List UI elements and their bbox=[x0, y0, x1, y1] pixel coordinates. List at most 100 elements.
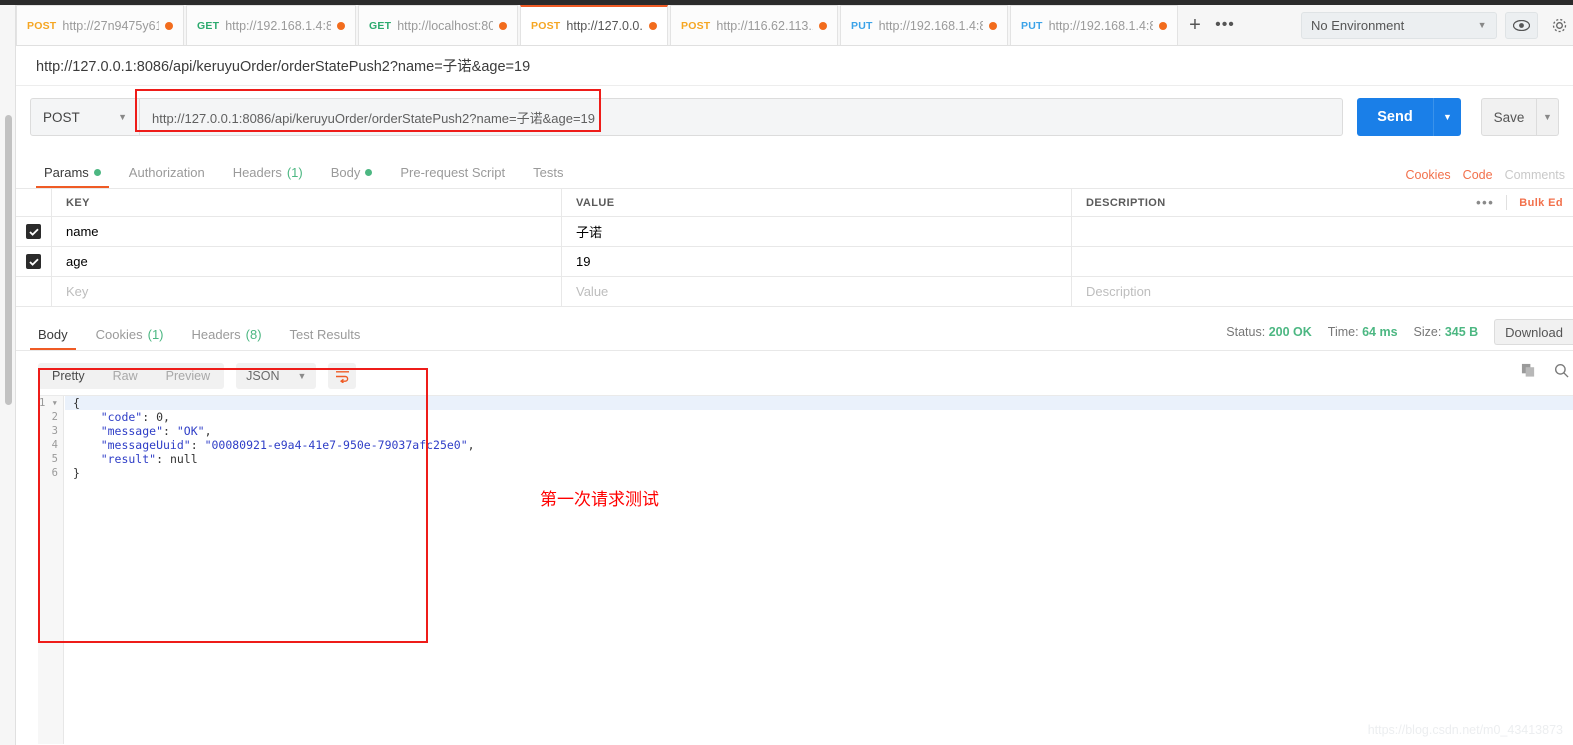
code-line: "result": null bbox=[73, 452, 198, 466]
tab-label: Cookies bbox=[95, 326, 143, 342]
view-mode-preview[interactable]: Preview bbox=[152, 363, 224, 389]
environment-quick-look-button[interactable] bbox=[1504, 11, 1538, 39]
line-number: 6 bbox=[51, 467, 58, 479]
request-tab-tests[interactable]: Tests bbox=[519, 156, 577, 188]
chevron-down-icon: ▼ bbox=[297, 371, 307, 381]
request-tab-headers[interactable]: Headers (1) bbox=[219, 156, 317, 188]
response-format-label: JSON bbox=[246, 369, 280, 383]
header-description-label: DESCRIPTION bbox=[1086, 196, 1166, 209]
unsaved-dot-icon bbox=[819, 21, 827, 30]
search-icon bbox=[1554, 363, 1569, 378]
cookies-link[interactable]: Cookies bbox=[1406, 168, 1451, 182]
request-tab-2[interactable]: GET http://localhost:8086/a bbox=[358, 5, 518, 45]
request-tab-5[interactable]: PUT http://192.168.1.4:808 bbox=[840, 5, 1008, 45]
table-row[interactable]: name 子诺 bbox=[16, 217, 1573, 247]
request-tab-body[interactable]: Body bbox=[317, 156, 387, 188]
word-wrap-button[interactable] bbox=[328, 363, 357, 389]
tab-count: (8) bbox=[245, 326, 262, 342]
status-label: Status: bbox=[1226, 325, 1266, 339]
download-button[interactable]: Download bbox=[1494, 319, 1573, 345]
unsaved-dot-icon bbox=[989, 21, 997, 30]
save-options-button[interactable]: ▼ bbox=[1537, 98, 1559, 136]
checkbox-checked[interactable] bbox=[26, 224, 41, 239]
request-tab-4[interactable]: POST http://116.62.113.140 bbox=[670, 5, 838, 45]
new-key-input[interactable]: Key bbox=[52, 277, 562, 306]
url-input[interactable]: http://127.0.0.1:8086/api/keruyuOrder/or… bbox=[139, 98, 1343, 136]
response-body-panel: Pretty Raw Preview JSON ▼ 1 ▾ 2 3 4 5 6 { "c bbox=[16, 351, 1573, 745]
tab-method-label: PUT bbox=[1021, 19, 1043, 32]
row-description-cell[interactable] bbox=[1072, 217, 1573, 246]
tab-method-label: POST bbox=[531, 20, 561, 32]
code-line: "messageUuid": "00080921-e9a4-41e7-950e-… bbox=[73, 438, 475, 452]
tab-bar-more-button[interactable]: ••• bbox=[1210, 5, 1240, 45]
response-format-selector[interactable]: JSON ▼ bbox=[236, 363, 317, 389]
bulk-edit-link[interactable]: Bulk Ed bbox=[1519, 197, 1563, 209]
request-tab-params[interactable]: Params bbox=[30, 156, 115, 188]
code-link[interactable]: Code bbox=[1463, 168, 1493, 182]
unsaved-dot-icon bbox=[165, 21, 173, 30]
params-more-button[interactable]: ••• bbox=[1476, 195, 1508, 210]
request-tab-authorization[interactable]: Authorization bbox=[115, 156, 219, 188]
tab-url-label: http://192.168.1.4:808 bbox=[1048, 18, 1153, 33]
time-label-group: Time: 64 ms bbox=[1328, 325, 1398, 339]
left-sidebar-rail bbox=[0, 5, 16, 745]
sidebar-scrollbar[interactable] bbox=[5, 115, 12, 405]
view-mode-pretty[interactable]: Pretty bbox=[38, 363, 99, 389]
tab-label: Headers bbox=[191, 326, 241, 342]
params-header-row: KEY VALUE DESCRIPTION ••• Bulk Ed bbox=[16, 189, 1573, 217]
http-method-selector[interactable]: POST ▼ bbox=[30, 98, 140, 136]
send-button[interactable]: Send bbox=[1357, 98, 1433, 136]
row-description-cell[interactable] bbox=[1072, 247, 1573, 276]
table-row-empty[interactable]: Key Value Description bbox=[16, 277, 1573, 307]
tab-label: Pre-request Script bbox=[400, 164, 506, 180]
header-value: VALUE bbox=[562, 189, 1072, 216]
request-tab-3[interactable]: POST http://127.0.0.1:8086/ bbox=[520, 5, 668, 45]
status-value: 200 OK bbox=[1268, 325, 1312, 339]
url-bar: POST ▼ http://127.0.0.1:8086/api/keruyuO… bbox=[16, 86, 1573, 148]
view-mode-raw[interactable]: Raw bbox=[99, 363, 152, 389]
request-tab-0[interactable]: POST http://27n9475y61.wi bbox=[16, 5, 184, 45]
request-tab-6[interactable]: PUT http://192.168.1.4:808 bbox=[1010, 5, 1178, 45]
request-title: http://127.0.0.1:8086/api/keruyuOrder/or… bbox=[16, 46, 1573, 86]
response-tab-cookies[interactable]: Cookies (1) bbox=[82, 318, 178, 350]
response-view-toolbar: Pretty Raw Preview JSON ▼ bbox=[38, 363, 357, 389]
request-tab-pre-request-script[interactable]: Pre-request Script bbox=[386, 156, 519, 188]
size-label-group: Size: 345 B bbox=[1414, 325, 1479, 339]
new-value-input[interactable]: Value bbox=[562, 277, 1072, 306]
environment-selector[interactable]: No Environment ▼ bbox=[1301, 11, 1497, 39]
request-tab-bar: POST http://27n9475y61.wi GET http://192.16… bbox=[16, 5, 1291, 46]
row-key-cell[interactable]: name bbox=[52, 217, 562, 246]
line-number: 3 bbox=[51, 425, 58, 437]
table-row[interactable]: age 19 bbox=[16, 247, 1573, 277]
row-key-cell[interactable]: age bbox=[52, 247, 562, 276]
row-checkbox-cell[interactable] bbox=[16, 217, 52, 246]
response-tab-body[interactable]: Body bbox=[24, 318, 82, 350]
copy-icon bbox=[1521, 363, 1535, 377]
new-tab-button[interactable]: + bbox=[1180, 5, 1210, 45]
code-line: } bbox=[73, 466, 80, 480]
size-value: 345 B bbox=[1444, 325, 1479, 339]
environment-area: No Environment ▼ bbox=[1291, 5, 1573, 46]
row-value-cell[interactable]: 19 bbox=[562, 247, 1072, 276]
request-tab-1[interactable]: GET http://192.168.1.4:808 bbox=[186, 5, 356, 45]
save-button[interactable]: Save bbox=[1481, 98, 1537, 136]
new-description-input[interactable]: Description bbox=[1072, 277, 1573, 306]
row-value-cell[interactable]: 子诺 bbox=[562, 217, 1072, 246]
send-options-button[interactable]: ▼ bbox=[1433, 98, 1461, 136]
settings-button[interactable] bbox=[1546, 12, 1573, 39]
comments-link[interactable]: Comments bbox=[1505, 168, 1565, 182]
params-table: KEY VALUE DESCRIPTION ••• Bulk Ed name 子诺 age 19… bbox=[16, 189, 1573, 307]
response-tab-headers[interactable]: Headers (8) bbox=[178, 318, 276, 350]
search-button[interactable] bbox=[1554, 363, 1569, 383]
tab-method-label: POST bbox=[681, 19, 711, 32]
response-tab-test-results[interactable]: Test Results bbox=[276, 318, 375, 350]
row-checkbox-cell[interactable] bbox=[16, 247, 52, 276]
copy-button[interactable] bbox=[1521, 363, 1536, 383]
tab-label: Authorization bbox=[128, 164, 205, 180]
tab-label: Test Results bbox=[289, 326, 361, 342]
row-checkbox-cell[interactable] bbox=[16, 277, 52, 306]
checkbox-checked[interactable] bbox=[26, 254, 41, 269]
response-code-viewer[interactable]: 1 ▾ 2 3 4 5 6 { "code": 0, "message": "OK", "… bbox=[38, 395, 1573, 744]
response-tools-right bbox=[1521, 363, 1569, 383]
tab-url-label: http://116.62.113.140 bbox=[716, 18, 813, 33]
